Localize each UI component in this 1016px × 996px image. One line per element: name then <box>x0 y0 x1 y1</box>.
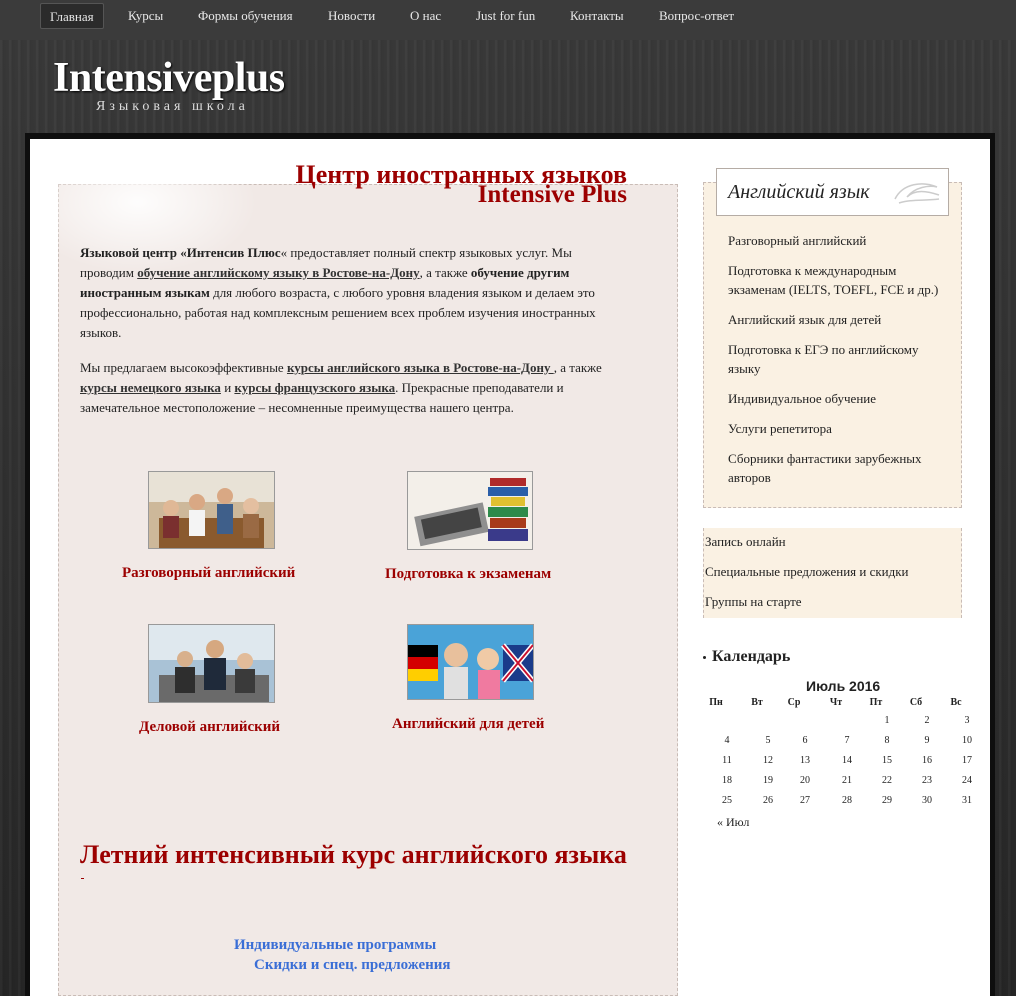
individual-programs-link[interactable]: Индивидуальные программы <box>234 937 436 954</box>
link-french-courses[interactable]: курсы французского языка <box>234 380 395 395</box>
calendar-day: 15 <box>882 755 892 766</box>
calendar-day: 24 <box>962 775 972 786</box>
photo-conversational[interactable] <box>148 471 275 549</box>
sidebar-item-tutor[interactable]: Услуги репетитора <box>728 419 948 438</box>
center-name: Языковой центр «Интенсив Плюс <box>80 245 281 260</box>
calendar-day: 31 <box>962 795 972 806</box>
calendar-day: 25 <box>722 795 732 806</box>
offer-text-3: и <box>220 380 235 395</box>
calendar-heading-text: Календарь <box>712 648 791 665</box>
top-navigation: Главная Курсы Формы обучения Новости О н… <box>0 0 1016 40</box>
sidebar-item-international-exams[interactable]: Подготовка к международным экзаменам (IE… <box>728 261 948 299</box>
calendar-prev-month-link[interactable]: « Июл <box>717 815 749 830</box>
calendar-day: 29 <box>882 795 892 806</box>
calendar-day: 27 <box>800 795 810 806</box>
nav-home[interactable]: Главная <box>40 3 104 29</box>
photo-kids[interactable] <box>407 624 535 700</box>
sidebar-heading: Английский язык <box>728 181 870 203</box>
calendar-day: 21 <box>842 775 852 786</box>
sidebar-item-conversational[interactable]: Разговорный английский <box>728 231 948 250</box>
summer-course-heading[interactable]: Летний интенсивный курс английского язык… <box>80 840 627 870</box>
calendar-weekday: Сб <box>909 697 923 708</box>
link-english-rostov[interactable]: обучение английскому языку в Ростове-на-… <box>137 265 419 280</box>
calendar-day: 14 <box>842 755 852 766</box>
link-german-courses[interactable]: курсы немецкого языка <box>80 380 221 395</box>
calendar-day: 4 <box>724 735 730 746</box>
nav-about[interactable]: О нас <box>401 3 450 29</box>
sidebar-online-signup[interactable]: Запись онлайн <box>705 534 786 550</box>
offer-paragraph: Мы предлагаем высокоэффективные курсы ан… <box>80 358 610 418</box>
calendar-weekday: Чт <box>829 697 843 708</box>
caption-conversational[interactable]: Разговорный английский <box>122 565 295 582</box>
calendar-day: 7 <box>844 735 850 746</box>
summer-underline-link[interactable] <box>81 878 84 879</box>
site-tagline: Языковая школа <box>96 99 249 114</box>
site-logo[interactable]: Intensiveplus <box>53 54 285 102</box>
calendar-day: 6 <box>802 735 808 746</box>
nav-faq[interactable]: Вопрос-ответ <box>650 3 743 29</box>
offer-text-2: , а также <box>553 360 602 375</box>
sidebar-item-ege[interactable]: Подготовка к ЕГЭ по английскому языку <box>728 340 948 378</box>
caption-exam-prep[interactable]: Подготовка к экзаменам <box>385 566 551 583</box>
calendar-day: 2 <box>924 715 930 726</box>
calendar-caption: Июль 2016 <box>806 678 881 694</box>
calendar-day: 22 <box>882 775 892 786</box>
calendar-weekday: Пт <box>869 697 883 708</box>
calendar-day: 23 <box>922 775 932 786</box>
flourish-icon <box>894 183 940 204</box>
calendar-day: 17 <box>962 755 972 766</box>
caption-business[interactable]: Деловой английский <box>139 719 280 736</box>
calendar-day: 18 <box>722 775 732 786</box>
sidebar-heading-box: Английский язык <box>716 168 949 216</box>
calendar-day: 5 <box>765 735 771 746</box>
calendar-day: 9 <box>924 735 930 746</box>
link-english-courses[interactable]: курсы английского языка в Ростове-на-Дон… <box>287 360 554 375</box>
discounts-link[interactable]: Скидки и спец. предложения <box>254 957 451 974</box>
calendar-weekday: Вс <box>950 697 962 708</box>
calendar-day: 1 <box>884 715 890 726</box>
calendar-day: 11 <box>722 755 732 766</box>
intro-paragraph: Языковой центр «Интенсив Плюс« предостав… <box>80 243 610 343</box>
calendar-day: 8 <box>884 735 890 746</box>
sidebar-item-individual[interactable]: Индивидуальное обучение <box>728 389 948 408</box>
calendar-weekday: Вт <box>751 697 763 708</box>
caption-kids[interactable]: Английский для детей <box>392 716 544 733</box>
sidebar-special-offers[interactable]: Специальные предложения и скидки <box>705 564 909 580</box>
calendar-day: 20 <box>800 775 810 786</box>
calendar-day: 30 <box>922 795 932 806</box>
calendar-day: 12 <box>763 755 773 766</box>
calendar-weekday: Ср <box>787 697 801 708</box>
nav-news[interactable]: Новости <box>319 3 384 29</box>
page-title: Центр иностранных языков Intensive Plus <box>296 162 627 208</box>
calendar-weekday: Пн <box>709 697 723 708</box>
sidebar-item-scifi[interactable]: Сборники фантастики зарубежных авторов <box>728 449 948 487</box>
nav-courses[interactable]: Курсы <box>119 3 172 29</box>
calendar-day: 13 <box>800 755 810 766</box>
nav-contacts[interactable]: Контакты <box>561 3 633 29</box>
calendar-day: 10 <box>962 735 972 746</box>
calendar-day: 3 <box>964 715 970 726</box>
bullet-icon <box>703 655 706 659</box>
photo-exam-prep[interactable] <box>407 471 533 550</box>
intro-text-2: , а также <box>419 265 471 280</box>
calendar-day: 19 <box>763 775 773 786</box>
nav-just-for-fun[interactable]: Just for fun <box>467 3 544 29</box>
sidebar-item-kids[interactable]: Английский язык для детей <box>728 310 948 329</box>
calendar-heading: Календарь <box>703 648 790 666</box>
calendar-day: 28 <box>842 795 852 806</box>
nav-learning-forms[interactable]: Формы обучения <box>189 3 302 29</box>
sidebar-starting-groups[interactable]: Группы на старте <box>705 594 802 610</box>
calendar-day: 16 <box>922 755 932 766</box>
offer-text-1: Мы предлагаем высокоэффективные <box>80 360 287 375</box>
photo-business[interactable] <box>148 624 275 703</box>
calendar-day: 26 <box>763 795 773 806</box>
